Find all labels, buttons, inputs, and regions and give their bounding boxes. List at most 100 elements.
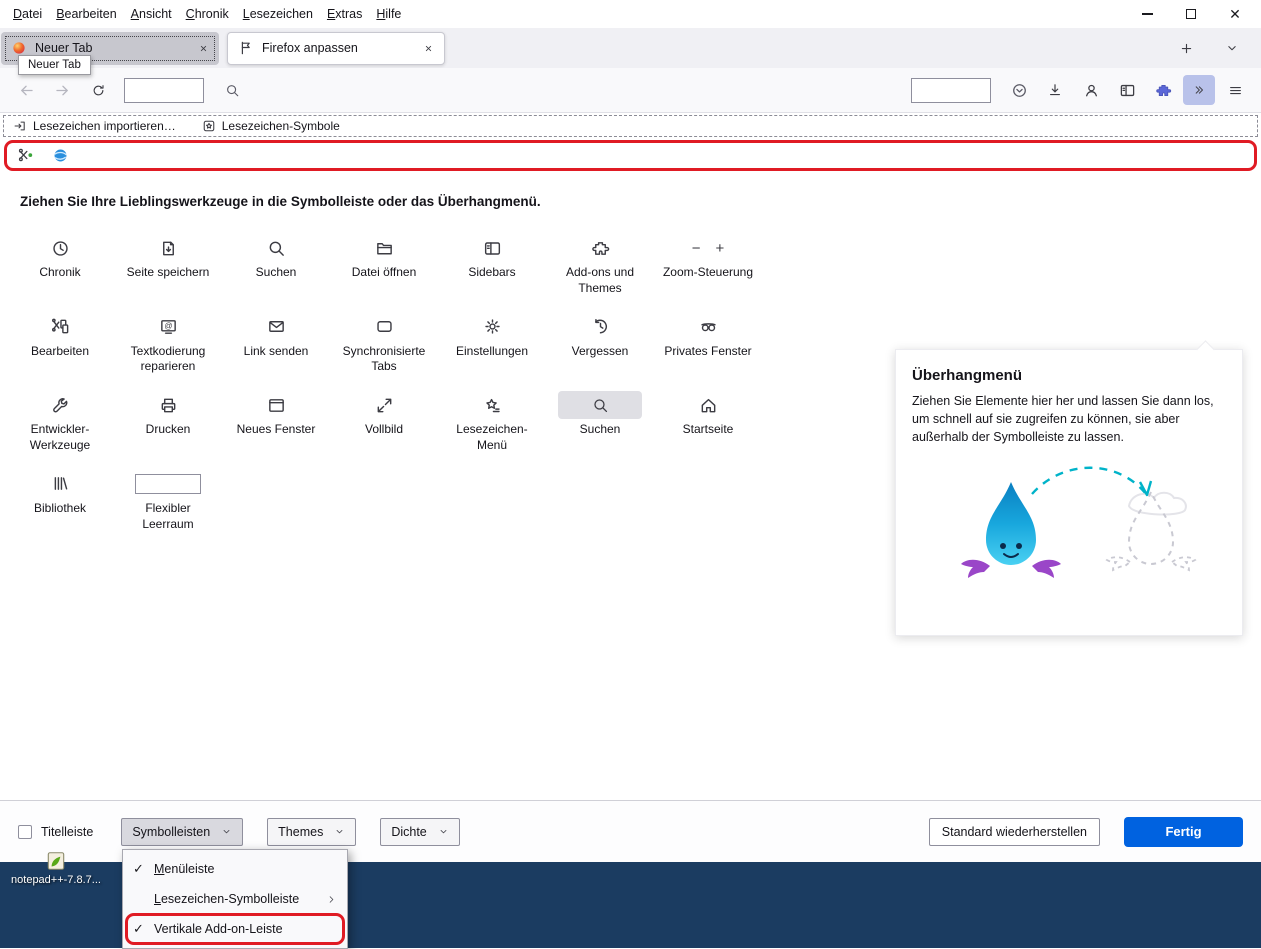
menu-ansicht[interactable]: Ansicht	[124, 3, 179, 25]
palette-item-entwickler-werkzeuge[interactable]: Entwickler-Werkzeuge	[6, 388, 114, 454]
tab-bar: Neuer Tab Firefox anpassen	[0, 28, 1261, 68]
menu-extras[interactable]: Extras	[320, 3, 369, 25]
palette-item-chronik[interactable]: Chronik	[6, 231, 114, 297]
bookmark-item-lesezeichen-importieren[interactable]: Lesezeichen importieren…	[13, 119, 176, 133]
restore-defaults-button[interactable]: Standard wiederherstellen	[928, 817, 1100, 846]
back-icon	[20, 85, 33, 95]
menu-item-label: Vertikale Add-on-Leiste	[154, 922, 283, 936]
tab-firefox-anpassen[interactable]: Firefox anpassen	[227, 31, 445, 65]
account-button[interactable]	[1075, 75, 1107, 105]
menu-bearbeiten[interactable]: Bearbeiten	[49, 3, 123, 25]
palette-item-label: Lesezeichen-Menü	[456, 422, 528, 453]
palette-item-einstellungen[interactable]: Einstellungen	[438, 310, 546, 376]
bookmark-item-lesezeichen-symbole[interactable]: Lesezeichen-Symbole	[202, 119, 340, 133]
palette-item-label: Flexibler Leerraum	[142, 500, 194, 531]
palette-item-link-senden[interactable]: Link senden	[222, 310, 330, 376]
maximize-button[interactable]	[1169, 0, 1213, 28]
palette-item-startseite[interactable]: Startseite	[654, 388, 762, 454]
import-icon	[14, 121, 25, 131]
menu-item-label: Menüleiste	[154, 862, 215, 876]
close-window-button[interactable]: ✕	[1213, 0, 1257, 28]
forward-button[interactable]	[46, 75, 78, 105]
account-icon	[1085, 84, 1097, 96]
bookmarks-toolbar: Lesezeichen importieren… Lesezeichen-Symb…	[3, 115, 1258, 137]
palette-item-neues-fenster[interactable]: Neues Fenster	[222, 388, 330, 454]
pocket-icon	[1012, 83, 1026, 97]
forward-icon	[55, 85, 68, 95]
palette-item-label: Zoom-Steuerung	[662, 265, 754, 279]
addon-globe-button[interactable]	[52, 147, 69, 164]
close-x-icon	[200, 45, 206, 51]
addon-scissors-button[interactable]	[18, 147, 35, 164]
palette-item-vollbild[interactable]: Vollbild	[330, 388, 438, 454]
palette-item-suchen[interactable]: Suchen	[222, 231, 330, 297]
extension-button[interactable]	[1147, 75, 1179, 105]
palette-item-lesezeichen-men[interactable]: Lesezeichen-Menü	[438, 388, 546, 454]
addons-icon	[591, 241, 609, 255]
minimize-icon	[1141, 13, 1153, 15]
palette-item-datei-ffnen[interactable]: Datei öffnen	[330, 231, 438, 297]
chevron-down-icon	[336, 829, 343, 834]
sidebar-toggle-icon	[1120, 84, 1134, 96]
palette-item-flexibler-leerraum[interactable]: Flexibler Leerraum	[114, 467, 222, 533]
palette-item-suchen-2[interactable]: Suchen	[546, 388, 654, 454]
pocket-button[interactable]	[1003, 75, 1035, 105]
overflow-chevrons-icon	[1195, 86, 1204, 94]
menu-item-vertikale-add-on-leiste[interactable]: ✓ Vertikale Add-on-Leiste	[123, 913, 347, 945]
palette-item-textkodierung-reparieren[interactable]: @ Textkodierung reparieren	[114, 310, 222, 376]
palette-item-add-ons-und-themes[interactable]: Add-ons und Themes	[546, 231, 654, 297]
menu-hilfe[interactable]: Hilfe	[369, 3, 408, 25]
list-all-tabs-button[interactable]	[1219, 35, 1245, 61]
palette-item-bibliothek[interactable]: Bibliothek	[6, 467, 114, 533]
palette-item-bearbeiten[interactable]: Bearbeiten	[6, 310, 114, 376]
dropdown-symbolleisten[interactable]: Symbolleisten	[121, 817, 244, 846]
menu-item-lesezeichen-symbolleiste[interactable]: Lesezeichen-Symbolleiste	[123, 884, 347, 914]
toolbar-button-preview	[558, 391, 642, 420]
app-menu-button[interactable]	[1219, 75, 1251, 105]
maximize-icon	[1186, 9, 1196, 19]
tab-close-button[interactable]	[193, 38, 213, 58]
menu-chronik[interactable]: Chronik	[179, 3, 236, 25]
address-bar[interactable]	[124, 77, 204, 103]
back-button[interactable]	[10, 75, 42, 105]
bookmarks-menu-icon	[485, 398, 500, 413]
palette-item-zoom-steuerung[interactable]: − + Zoom-Steuerung	[654, 231, 762, 297]
done-button[interactable]: Fertig	[1124, 816, 1243, 847]
desktop-icon-label: notepad++-7.8.7...	[11, 874, 101, 886]
palette-item-vergessen[interactable]: Vergessen	[546, 310, 654, 376]
titlebar-checkbox[interactable]	[18, 824, 32, 839]
forget-icon	[594, 319, 607, 334]
menu-lesezeichen[interactable]: Lesezeichen	[236, 3, 320, 25]
minimize-button[interactable]	[1125, 0, 1169, 28]
reload-button[interactable]	[82, 75, 114, 105]
palette-item-synchronisierte-tabs[interactable]: Synchronisierte Tabs	[330, 310, 438, 376]
overflow-panel-description: Ziehen Sie Elemente hier her und lassen …	[912, 394, 1214, 445]
checkmark-icon: ✓	[133, 861, 144, 876]
palette-item-label: Suchen	[255, 265, 297, 279]
tab-close-button[interactable]	[418, 38, 438, 58]
dropdown-dichte[interactable]: Dichte	[380, 817, 460, 846]
menu-datei[interactable]: Datei	[6, 3, 49, 25]
search-bar[interactable]	[911, 77, 991, 103]
vertical-addon-bar[interactable]	[4, 140, 1257, 171]
palette-item-drucken[interactable]: Drucken	[114, 388, 222, 454]
toolbars-dropdown-menu: ✓ Menüleiste Lesezeichen-Symbolleiste ✓ Vert…	[122, 849, 348, 949]
palette-item-privates-fenster[interactable]: Privates Fenster	[654, 310, 762, 376]
desktop-icon-notepad[interactable]: notepad++-7.8.7...	[8, 850, 104, 886]
tab-title: Firefox anpassen	[262, 41, 358, 55]
sidebar-toggle-button[interactable]	[1111, 75, 1143, 105]
downloads-button[interactable]	[1039, 75, 1071, 105]
palette-item-seite-speichern[interactable]: Seite speichern	[114, 231, 222, 297]
palette-item-label: Bibliothek	[33, 500, 87, 515]
tooltip: Neuer Tab	[18, 55, 91, 75]
plus-icon	[1181, 43, 1191, 53]
overflow-menu-button[interactable]	[1183, 75, 1215, 105]
palette-item-sidebars[interactable]: Sidebars	[438, 231, 546, 297]
search-icon	[216, 75, 248, 105]
addon-globe-icon	[54, 149, 67, 162]
hamburger-icon	[1229, 86, 1241, 94]
menu-item-men-leiste[interactable]: ✓ Menüleiste	[123, 854, 347, 884]
new-tab-button[interactable]	[1173, 35, 1199, 61]
dropdown-themes[interactable]: Themes	[267, 817, 357, 846]
close-x-icon	[425, 45, 431, 51]
